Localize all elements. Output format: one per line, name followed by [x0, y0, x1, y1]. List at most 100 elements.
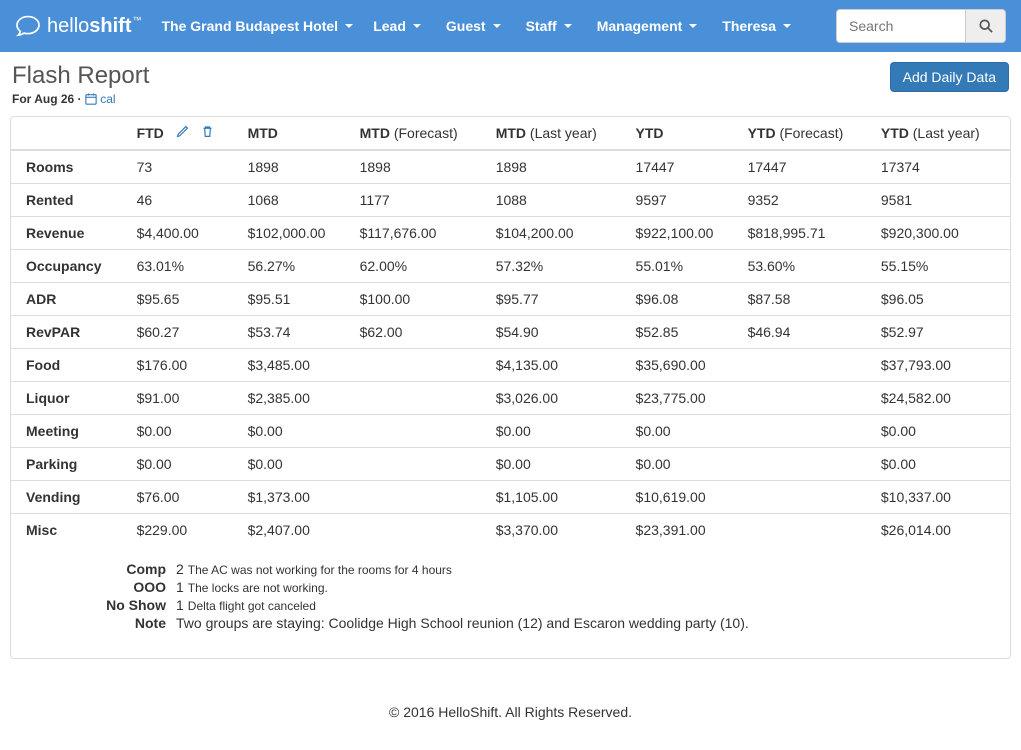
table-row: Occupancy63.01%56.27%62.00%57.32%55.01%5… — [11, 250, 1010, 283]
cell — [352, 514, 488, 547]
cell: $37,793.00 — [873, 349, 1010, 382]
col-ytd-forecast: YTD (Forecast) — [740, 117, 873, 150]
cell: $0.00 — [240, 415, 352, 448]
flash-report-table: FTD MTD MTD (Forecast) MTD (Last year) Y… — [11, 117, 1010, 546]
cell — [740, 514, 873, 547]
row-label: Meeting — [11, 415, 129, 448]
cell: $35,690.00 — [628, 349, 740, 382]
search-button[interactable] — [966, 9, 1006, 43]
cell: $10,619.00 — [628, 481, 740, 514]
cell: $920,300.00 — [873, 217, 1010, 250]
cell: 1068 — [240, 184, 352, 217]
speech-bubble-icon — [15, 15, 41, 37]
cell: $95.77 — [488, 283, 628, 316]
caret-down-icon — [689, 24, 697, 28]
nav-staff[interactable]: Staff — [526, 18, 572, 34]
cell: $1,373.00 — [240, 481, 352, 514]
cell: 62.00% — [352, 250, 488, 283]
cell: 17374 — [873, 150, 1010, 184]
hotel-selector[interactable]: The Grand Budapest Hotel — [161, 18, 353, 34]
cell: $0.00 — [129, 448, 240, 481]
cell: 1088 — [488, 184, 628, 217]
cell: $3,026.00 — [488, 382, 628, 415]
col-mtd-lastyear: MTD (Last year) — [488, 117, 628, 150]
col-mtd: MTD — [240, 117, 352, 150]
cell: $95.51 — [240, 283, 352, 316]
row-label: Rooms — [11, 150, 129, 184]
notes-ooo: OOO 1The locks are not working. — [21, 579, 1000, 595]
brand-logo[interactable]: helloshift™ — [15, 15, 141, 38]
row-label: ADR — [11, 283, 129, 316]
table-row: Rooms73189818981898174471744717374 — [11, 150, 1010, 184]
calendar-link[interactable]: cal — [85, 92, 116, 106]
nav-lead[interactable]: Lead — [373, 18, 421, 34]
cell: $922,100.00 — [628, 217, 740, 250]
cell: $91.00 — [129, 382, 240, 415]
page-subtitle: For Aug 26 · cal — [12, 92, 149, 106]
table-row: RevPAR$60.27$53.74$62.00$54.90$52.85$46.… — [11, 316, 1010, 349]
calendar-icon — [85, 93, 97, 105]
table-row: Liquor$91.00$2,385.00$3,026.00$23,775.00… — [11, 382, 1010, 415]
nav-guest[interactable]: Guest — [446, 18, 501, 34]
cell: $26,014.00 — [873, 514, 1010, 547]
cell: $818,995.71 — [740, 217, 873, 250]
col-ytd-lastyear: YTD (Last year) — [873, 117, 1010, 150]
cell: 1898 — [352, 150, 488, 184]
delete-button[interactable] — [201, 125, 214, 141]
notes-section: Comp 2The AC was not working for the roo… — [11, 546, 1010, 658]
cell: $76.00 — [129, 481, 240, 514]
cell: $3,485.00 — [240, 349, 352, 382]
add-daily-data-button[interactable]: Add Daily Data — [890, 62, 1009, 92]
table-row: Rented46106811771088959793529581 — [11, 184, 1010, 217]
cell: $0.00 — [873, 415, 1010, 448]
row-label: Revenue — [11, 217, 129, 250]
caret-down-icon — [564, 24, 572, 28]
cell: 9597 — [628, 184, 740, 217]
cell — [740, 448, 873, 481]
cell: $104,200.00 — [488, 217, 628, 250]
cell: $0.00 — [488, 415, 628, 448]
caret-down-icon — [493, 24, 501, 28]
cell: 53.60% — [740, 250, 873, 283]
cell: $24,582.00 — [873, 382, 1010, 415]
col-ytd: YTD — [628, 117, 740, 150]
row-label: Parking — [11, 448, 129, 481]
cell: $176.00 — [129, 349, 240, 382]
cell: $102,000.00 — [240, 217, 352, 250]
table-row: Revenue$4,400.00$102,000.00$117,676.00$1… — [11, 217, 1010, 250]
cell — [740, 481, 873, 514]
cell: $54.90 — [488, 316, 628, 349]
row-label: Occupancy — [11, 250, 129, 283]
search-icon — [979, 19, 993, 33]
col-mtd-forecast: MTD (Forecast) — [352, 117, 488, 150]
cell: $52.85 — [628, 316, 740, 349]
cell: $60.27 — [129, 316, 240, 349]
cell: $96.05 — [873, 283, 1010, 316]
cell: 9581 — [873, 184, 1010, 217]
row-label: RevPAR — [11, 316, 129, 349]
row-label: Liquor — [11, 382, 129, 415]
footer: © 2016 HelloShift. All Rights Reserved. — [0, 664, 1021, 750]
cell — [352, 481, 488, 514]
trash-icon — [201, 125, 214, 138]
notes-note: Note Two groups are staying: Coolidge Hi… — [21, 615, 1000, 631]
table-row: Parking$0.00$0.00$0.00$0.00$0.00 — [11, 448, 1010, 481]
cell: $2,407.00 — [240, 514, 352, 547]
report-panel: FTD MTD MTD (Forecast) MTD (Last year) Y… — [10, 116, 1011, 659]
cell — [352, 448, 488, 481]
nav-management[interactable]: Management — [597, 18, 698, 34]
cell: $23,775.00 — [628, 382, 740, 415]
cell: $0.00 — [129, 415, 240, 448]
table-row: ADR$95.65$95.51$100.00$95.77$96.08$87.58… — [11, 283, 1010, 316]
search-input[interactable] — [836, 9, 966, 43]
pencil-icon — [176, 125, 189, 138]
cell: $23,391.00 — [628, 514, 740, 547]
cell: 73 — [129, 150, 240, 184]
cell: $53.74 — [240, 316, 352, 349]
nav-user[interactable]: Theresa — [722, 18, 791, 34]
cell: $0.00 — [873, 448, 1010, 481]
cell: $117,676.00 — [352, 217, 488, 250]
cell: $4,400.00 — [129, 217, 240, 250]
edit-button[interactable] — [176, 125, 189, 141]
cell: $0.00 — [488, 448, 628, 481]
